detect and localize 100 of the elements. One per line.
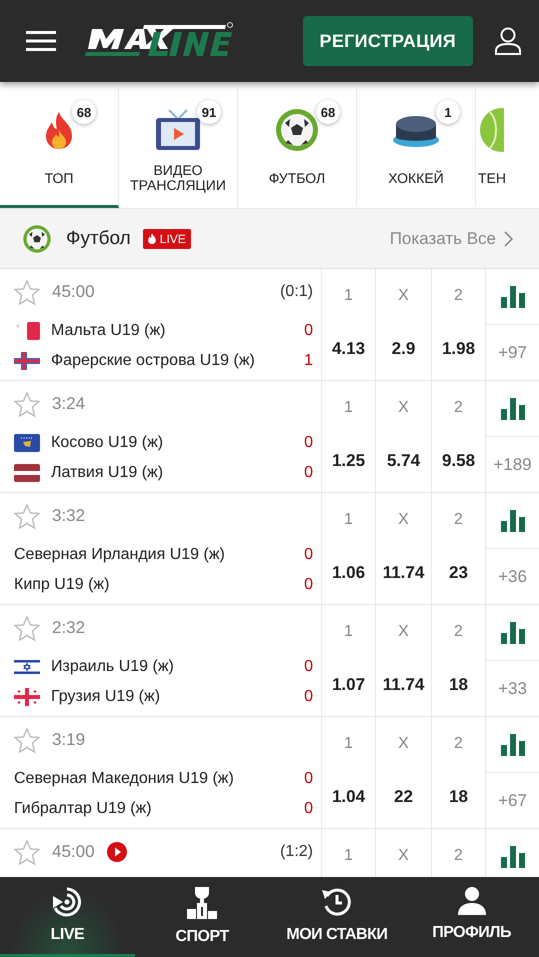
match-time: 45:00 xyxy=(52,842,95,862)
team-goals: 0 xyxy=(304,464,313,482)
bar-chart-icon[interactable] xyxy=(500,732,524,756)
outcome-label: X xyxy=(398,287,409,305)
more-markets[interactable]: +97 xyxy=(486,325,539,380)
flag-icon xyxy=(14,464,40,482)
outcome-label: 2 xyxy=(454,847,463,865)
odds-value[interactable]: 1.07 xyxy=(332,675,366,695)
tv-icon xyxy=(155,108,201,152)
match-score: (1:2) xyxy=(280,843,313,861)
odds-value[interactable]: 22 xyxy=(394,787,413,807)
odds-value[interactable]: 5.74 xyxy=(386,451,420,471)
outcome-label: 1 xyxy=(344,511,353,529)
outcome-label: 2 xyxy=(454,287,463,305)
flag-icon xyxy=(14,688,40,706)
more-markets[interactable]: +67 xyxy=(486,773,539,828)
odds-value[interactable]: 1.06 xyxy=(332,563,366,583)
menu-icon[interactable] xyxy=(26,30,56,52)
bar-chart-icon[interactable] xyxy=(500,844,524,868)
star-icon[interactable] xyxy=(14,504,40,528)
outcome-label: 2 xyxy=(454,735,463,753)
team-name: Израиль U19 (ж) xyxy=(51,658,174,676)
star-icon[interactable] xyxy=(14,280,40,304)
odds-value[interactable]: 1.04 xyxy=(332,787,366,807)
team-name: Северная Македония U19 (ж) xyxy=(14,770,234,788)
outcome-label: 1 xyxy=(344,847,353,865)
flag-icon xyxy=(14,352,40,370)
odds-value[interactable]: 1.98 xyxy=(442,339,476,359)
outcome-label: 1 xyxy=(344,399,353,417)
user-icon[interactable] xyxy=(495,27,521,55)
team-goals: 1 xyxy=(304,352,313,370)
count-badge: 68 xyxy=(316,100,340,124)
team-name: Гибралтар U19 (ж) xyxy=(14,800,152,818)
live-badge: LIVE xyxy=(142,228,191,248)
team-goals: 0 xyxy=(304,322,313,340)
more-markets[interactable]: +33 xyxy=(486,661,539,716)
odds-value[interactable]: 1.25 xyxy=(332,451,366,471)
soccer-ball-icon xyxy=(22,224,52,254)
team-name: Кипр U19 (ж) xyxy=(14,576,110,594)
odds-value[interactable]: 18 xyxy=(449,787,468,807)
outcome-label: X xyxy=(398,399,409,417)
live-broadcast-icon xyxy=(51,886,84,918)
match-time: 3:19 xyxy=(52,730,86,750)
more-markets[interactable]: +36 xyxy=(486,549,539,604)
star-icon[interactable] xyxy=(14,616,40,640)
flag-icon xyxy=(14,658,40,676)
sport-tab[interactable]: 68 ТОП xyxy=(0,88,119,208)
odds-value[interactable]: 9.58 xyxy=(442,451,476,471)
outcome-label: 2 xyxy=(454,511,463,529)
count-badge: 91 xyxy=(197,100,221,124)
team-goals: 0 xyxy=(304,658,313,676)
odds-value[interactable]: 4.13 xyxy=(332,339,366,359)
match-score: (0:1) xyxy=(280,283,313,301)
trophy-podium-icon xyxy=(186,886,218,920)
outcome-label: 1 xyxy=(344,623,353,641)
team-goals: 0 xyxy=(304,434,313,452)
team-name: Грузия U19 (ж) xyxy=(51,688,160,706)
team-name: Фарерские острова U19 (ж) xyxy=(51,352,255,370)
team-name: Мальта U19 (ж) xyxy=(51,322,166,340)
outcome-label: X xyxy=(398,847,409,865)
team-name: Косово U19 (ж) xyxy=(51,434,164,452)
match-time: 3:24 xyxy=(52,394,86,414)
star-icon[interactable] xyxy=(14,840,40,864)
bar-chart-icon[interactable] xyxy=(500,508,524,532)
team-goals: 0 xyxy=(304,576,313,594)
team-name: Северная Ирландия U19 (ж) xyxy=(14,546,225,564)
flag-icon xyxy=(14,434,40,452)
star-icon[interactable] xyxy=(14,728,40,752)
section-title: Футбол xyxy=(66,228,131,250)
outcome-label: X xyxy=(398,735,409,753)
odds-value[interactable]: 11.74 xyxy=(382,675,424,695)
soccer-ball-icon xyxy=(274,107,320,153)
odds-value[interactable]: 11.74 xyxy=(382,563,424,583)
star-icon[interactable] xyxy=(14,392,40,416)
more-markets[interactable]: +189 xyxy=(486,437,539,492)
count-badge: 68 xyxy=(72,100,96,124)
outcome-label: 2 xyxy=(454,399,463,417)
odds-value[interactable]: 23 xyxy=(449,563,468,583)
flag-icon xyxy=(14,322,40,340)
team-goals: 0 xyxy=(304,688,313,706)
history-clock-icon xyxy=(320,886,353,918)
outcome-label: X xyxy=(398,623,409,641)
match-time: 45:00 xyxy=(52,282,95,302)
flame-icon xyxy=(146,232,157,245)
outcome-label: 1 xyxy=(344,735,353,753)
chevron-right-icon xyxy=(504,230,513,246)
odds-value[interactable]: 2.9 xyxy=(392,339,416,359)
bar-chart-icon[interactable] xyxy=(500,396,524,420)
user-icon xyxy=(456,886,487,916)
outcome-label: X xyxy=(398,511,409,529)
match-time: 3:32 xyxy=(52,506,86,526)
register-button[interactable]: РЕГИСТРАЦИЯ xyxy=(302,16,473,66)
bar-chart-icon[interactable] xyxy=(500,620,524,644)
team-goals: 0 xyxy=(304,770,313,788)
odds-value[interactable]: 18 xyxy=(449,675,468,695)
outcome-label: 2 xyxy=(454,623,463,641)
team-name: Латвия U19 (ж) xyxy=(51,464,164,482)
outcome-label: 1 xyxy=(344,287,353,305)
bar-chart-icon[interactable] xyxy=(500,284,524,308)
team-goals: 0 xyxy=(304,546,313,564)
